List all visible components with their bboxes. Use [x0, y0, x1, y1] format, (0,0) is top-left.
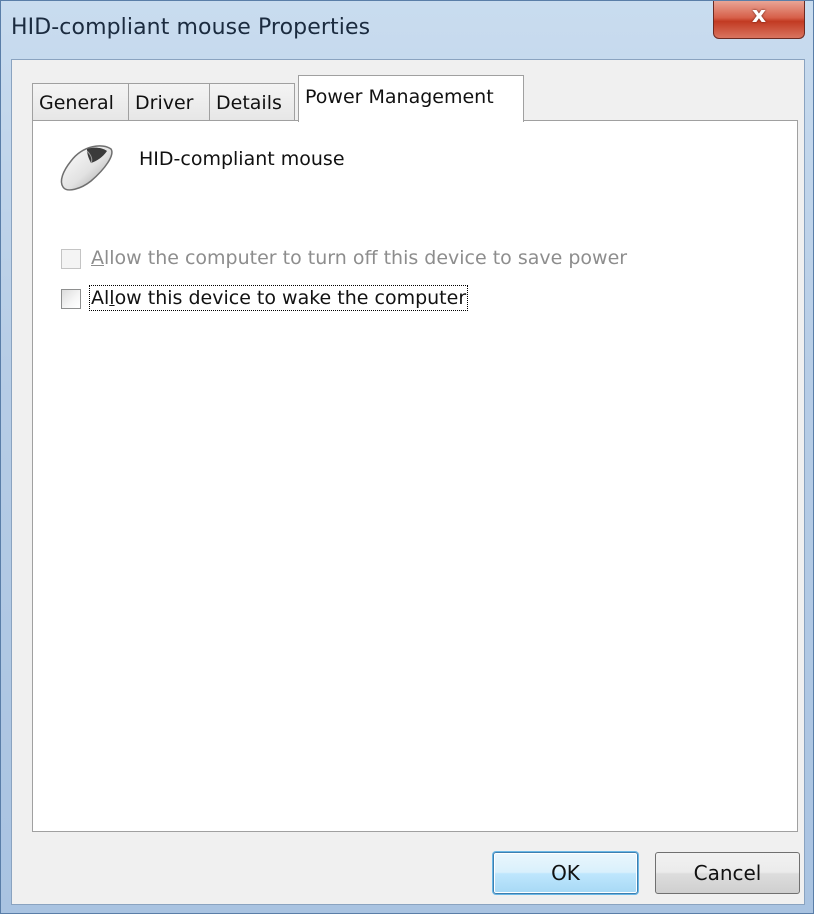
- allow-turn-off-checkbox: [61, 249, 81, 269]
- allow-wake-label[interactable]: Allow this device to wake the computer: [88, 285, 469, 311]
- power-management-panel: HID-compliant mouse Allow the computer t…: [32, 120, 798, 832]
- tab-details[interactable]: Details: [209, 83, 295, 121]
- close-icon: x: [751, 3, 767, 28]
- tab-driver[interactable]: Driver: [128, 83, 210, 121]
- allow-wake-checkbox[interactable]: [61, 289, 81, 309]
- tab-general[interactable]: General: [32, 83, 129, 121]
- window-title: HID-compliant mouse Properties: [11, 15, 371, 40]
- properties-dialog: HID-compliant mouse Properties x General…: [0, 0, 814, 914]
- allow-turn-off-label: Allow the computer to turn off this devi…: [91, 247, 628, 269]
- mouse-icon: [57, 139, 117, 195]
- ok-button[interactable]: OK: [493, 852, 638, 894]
- dialog-body: General Driver Details Power Management: [11, 59, 805, 905]
- device-name: HID-compliant mouse: [139, 148, 345, 170]
- close-button[interactable]: x: [713, 1, 805, 39]
- title-bar[interactable]: HID-compliant mouse Properties x: [1, 1, 813, 59]
- cancel-button[interactable]: Cancel: [655, 852, 800, 894]
- tab-power-management[interactable]: Power Management: [298, 75, 524, 122]
